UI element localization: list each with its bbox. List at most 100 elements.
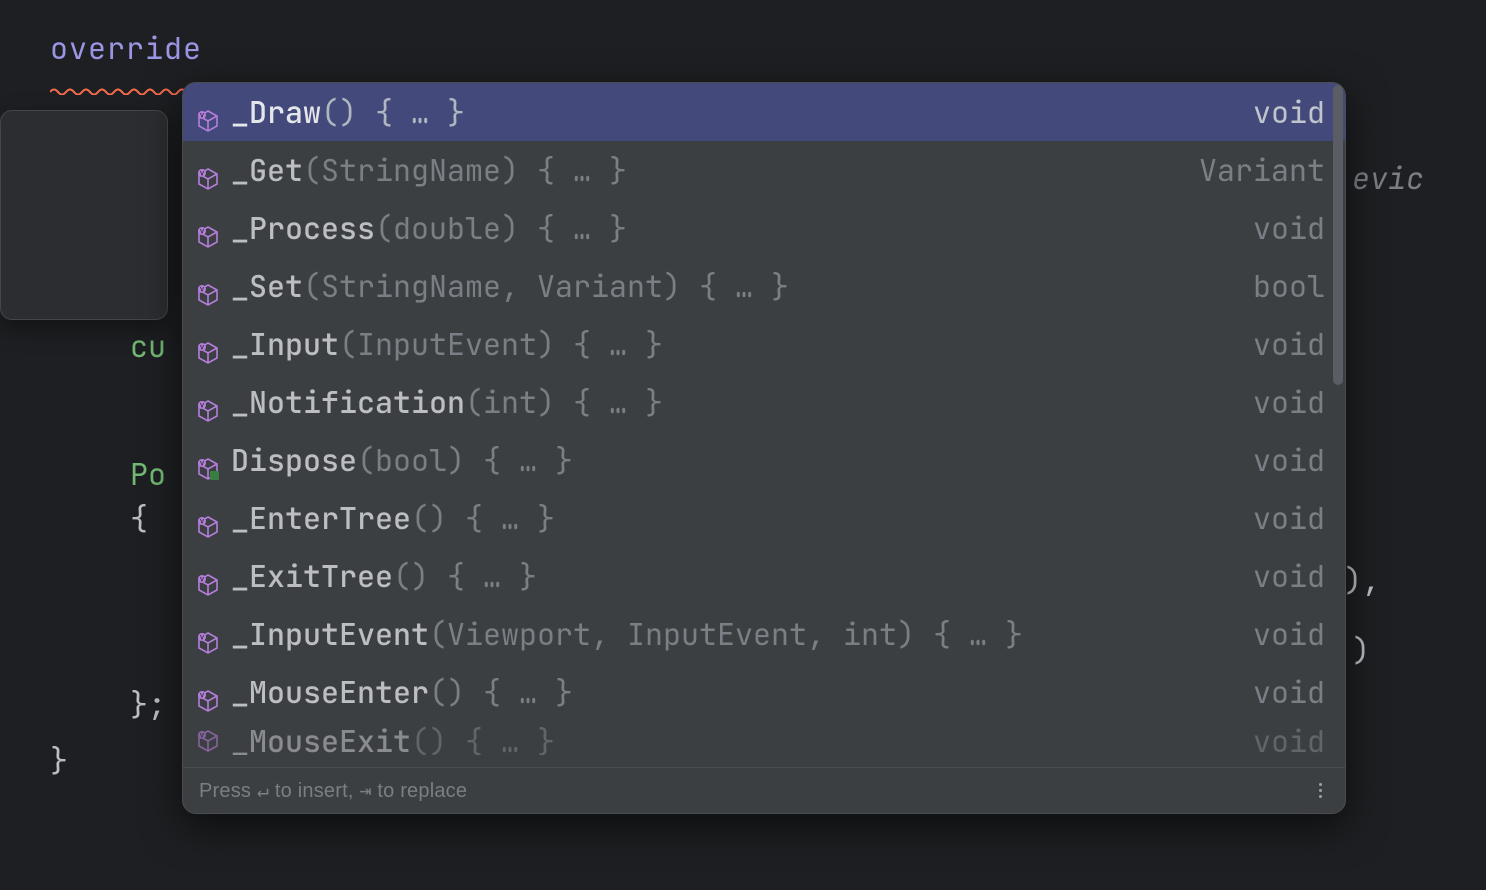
completion-item[interactable]: V _MouseExit() { … } void <box>183 721 1345 755</box>
svg-text:V: V <box>200 288 204 294</box>
svg-text:V: V <box>200 346 204 352</box>
completion-return-type: void <box>1253 556 1325 596</box>
completion-method-name: _Set <box>231 266 303 306</box>
completion-label: _InputEvent(Viewport, InputEvent, int) {… <box>231 614 1241 654</box>
completion-label: _MouseExit() { … } <box>231 721 1241 755</box>
completion-return-type: void <box>1253 721 1325 755</box>
completion-method-signature: (double) { … } <box>375 208 627 248</box>
scrollbar-track <box>1333 85 1343 759</box>
completion-footer: Press ↵ to insert, ⇥ to replace <box>183 767 1345 813</box>
scrollbar-thumb[interactable] <box>1333 85 1343 385</box>
completion-method-signature: () { … } <box>321 92 465 132</box>
completion-label: _Input(InputEvent) { … } <box>231 324 1241 364</box>
completion-method-signature: () { … } <box>429 672 573 712</box>
completion-return-type: void <box>1253 614 1325 654</box>
completion-label: Dispose(bool) { … } <box>231 440 1241 480</box>
more-icon[interactable] <box>1311 779 1329 803</box>
completion-return-type: bool <box>1253 266 1325 306</box>
completion-label: _Set(StringName, Variant) { … } <box>231 266 1241 306</box>
completion-item[interactable]: V _Input(InputEvent) { … } void <box>183 315 1345 373</box>
completion-item[interactable]: V _ExitTree() { … } void <box>183 547 1345 605</box>
svg-text:V: V <box>200 734 204 740</box>
method-icon: V <box>197 217 219 239</box>
completion-return-type: void <box>1253 672 1325 712</box>
bg-code-fragment: }; <box>130 684 166 724</box>
completion-label: _Process(double) { … } <box>231 208 1241 248</box>
completion-return-type: void <box>1253 440 1325 480</box>
method-icon: V <box>197 681 219 703</box>
completion-method-signature: (InputEvent) { … } <box>339 324 663 364</box>
completion-label: _MouseEnter() { … } <box>231 672 1241 712</box>
completion-method-name: _Get <box>231 150 303 190</box>
bg-code-fragment: cu <box>130 326 166 366</box>
completion-item[interactable]: V _EnterTree() { … } void <box>183 489 1345 547</box>
completion-item[interactable]: V _Draw() { … } void <box>183 83 1345 141</box>
completion-return-type: Variant <box>1199 150 1325 190</box>
completion-method-signature: () { … } <box>411 721 555 755</box>
completion-method-signature: () { … } <box>411 498 555 538</box>
completion-method-signature: (bool) { … } <box>357 440 573 480</box>
completion-method-name: Dispose <box>231 440 357 480</box>
completion-method-name: _MouseExit <box>231 721 411 755</box>
bg-code-fragment: } <box>50 740 68 780</box>
method-icon: V <box>197 623 219 645</box>
method-icon: V <box>197 159 219 181</box>
bg-code-fragment: ), <box>1344 560 1380 600</box>
completion-method-name: _ExitTree <box>231 556 393 596</box>
method-icon: V <box>197 101 219 123</box>
completion-label: _Get(StringName) { … } <box>231 150 1187 190</box>
svg-text:V: V <box>200 694 204 700</box>
bg-code-fragment: ) <box>1352 630 1370 670</box>
completion-return-type: void <box>1253 382 1325 422</box>
svg-text:V: V <box>200 172 204 178</box>
bg-code-fragment: evic <box>1352 158 1424 198</box>
completion-return-type: void <box>1253 92 1325 132</box>
completion-return-type: void <box>1253 208 1325 248</box>
svg-text:V: V <box>200 404 204 410</box>
svg-text:V: V <box>200 578 204 584</box>
completion-item[interactable]: V _InputEvent(Viewport, InputEvent, int)… <box>183 605 1345 663</box>
completion-popup: V _Draw() { … }void V _Get(StringName) {… <box>182 82 1346 814</box>
completion-method-signature: (Viewport, InputEvent, int) { … } <box>429 614 1023 654</box>
completion-method-name: _EnterTree <box>231 498 411 538</box>
footer-hint: Press ↵ to insert, ⇥ to replace <box>199 778 467 803</box>
completion-label: _Draw() { … } <box>231 92 1241 132</box>
completion-method-name: _MouseEnter <box>231 672 429 712</box>
doc-panel-peek <box>0 110 168 320</box>
svg-text:V: V <box>200 114 204 120</box>
override-keyword: override <box>50 28 202 68</box>
completion-method-name: _Input <box>231 324 339 364</box>
method-icon: V <box>197 391 219 413</box>
completion-method-signature: (int) { … } <box>465 382 663 422</box>
completion-label: _ExitTree() { … } <box>231 556 1241 596</box>
completion-method-name: _Process <box>231 208 375 248</box>
completion-method-signature: () { … } <box>393 556 537 596</box>
svg-text:V: V <box>200 520 204 526</box>
completion-method-name: _Notification <box>231 382 465 422</box>
bg-code-fragment: Po <box>130 454 166 494</box>
code-editor[interactable]: override manually cu Po { }; } evic ), )… <box>0 0 1486 890</box>
svg-text:V: V <box>200 230 204 236</box>
method-icon: V <box>197 449 219 471</box>
svg-text:V: V <box>200 462 204 468</box>
bg-code-fragment: { <box>130 498 148 538</box>
method-icon: V <box>197 333 219 355</box>
completion-method-signature: (StringName) { … } <box>303 150 627 190</box>
completion-item[interactable]: V _Notification(int) { … } void <box>183 373 1345 431</box>
completion-item[interactable]: V _Process(double) { … } void <box>183 199 1345 257</box>
completion-list[interactable]: V _Draw() { … }void V _Get(StringName) {… <box>183 83 1345 767</box>
svg-text:V: V <box>200 636 204 642</box>
completion-return-type: void <box>1253 324 1325 364</box>
error-squiggle <box>50 64 210 72</box>
completion-item[interactable]: V _Get(StringName) { … } Variant <box>183 141 1345 199</box>
completion-method-signature: (StringName, Variant) { … } <box>303 266 789 306</box>
completion-return-type: void <box>1253 498 1325 538</box>
completion-label: _Notification(int) { … } <box>231 382 1241 422</box>
completion-method-name: _InputEvent <box>231 614 429 654</box>
method-icon: V <box>197 721 219 743</box>
completion-item[interactable]: V Dispose(bool) { … } void <box>183 431 1345 489</box>
method-icon: V <box>197 507 219 529</box>
completion-item[interactable]: V _MouseEnter() { … } void <box>183 663 1345 721</box>
completion-method-name: _Draw <box>231 92 321 132</box>
completion-item[interactable]: V _Set(StringName, Variant) { … } bool <box>183 257 1345 315</box>
